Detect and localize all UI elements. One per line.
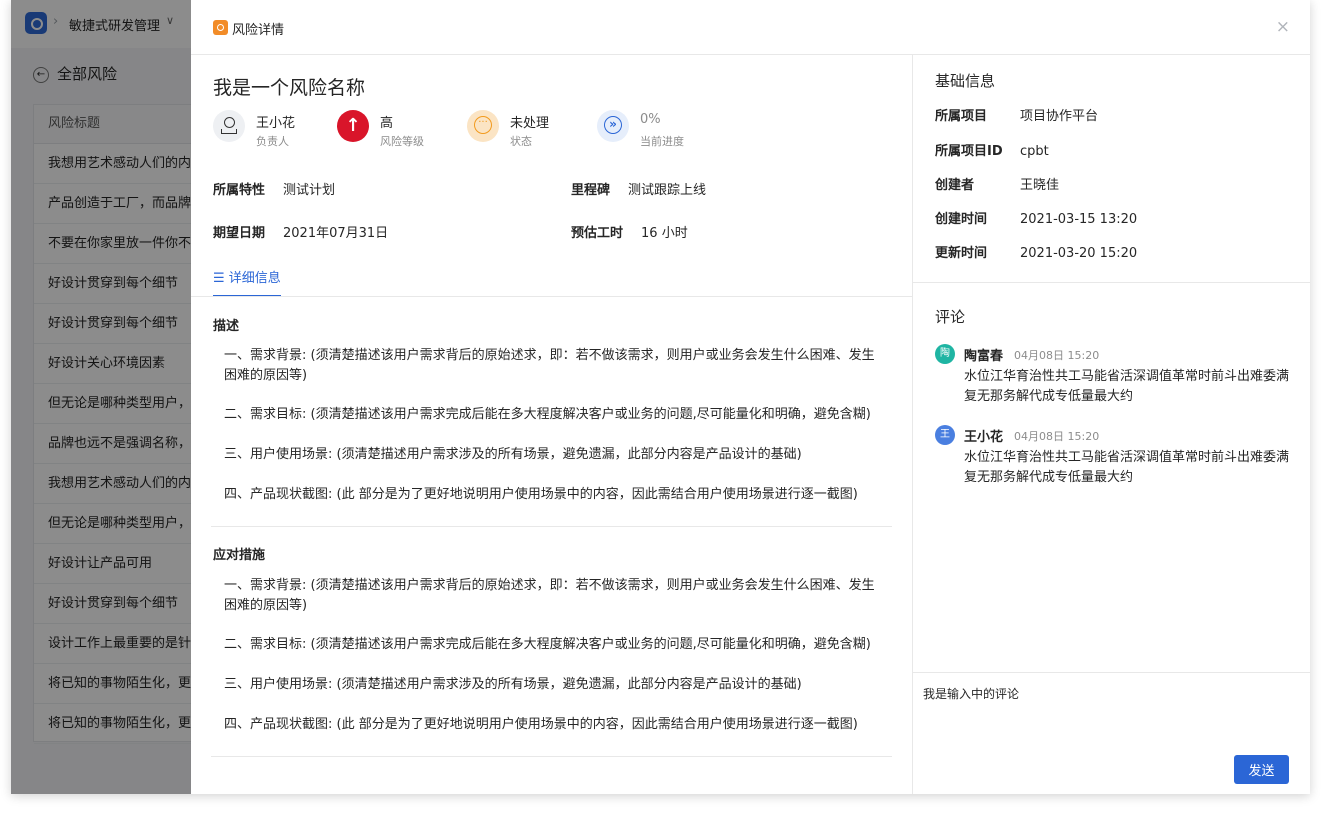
milestone-field: 里程碑 测试跟踪上线 — [571, 179, 706, 198]
info-label: 更新时间 — [935, 246, 988, 261]
level-value: 高 — [380, 116, 394, 131]
tab-divider — [191, 296, 912, 297]
basic-info-title: 基础信息 — [935, 72, 996, 90]
side-panel: 基础信息 所属项目 项目协作平台 所属项目ID cpbt 创建者 王晓佳 创建时间 20… — [912, 54, 1310, 794]
info-value: cpbt — [1020, 144, 1049, 159]
info-row-project-id: 所属项目ID cpbt — [935, 140, 1049, 159]
progress-value: 0% — [640, 112, 661, 127]
info-value: 王晓佳 — [1020, 178, 1060, 193]
info-value: 2021-03-20 15:20 — [1020, 246, 1138, 261]
measures-paragraph: 二、需求目标: (须清楚描述该用户需求完成后能在多大程度解决客户或业务的问题,尽… — [224, 637, 871, 652]
description-paragraph: 一、需求背景: (须清楚描述该用户需求背后的原始述求，即：若不做该需求，则用户或… — [224, 348, 875, 383]
comment-input[interactable]: 我是输入中的评论 — [923, 685, 1293, 741]
info-row-creator: 创建者 王晓佳 — [935, 174, 1059, 193]
comment-text: 水位江华育治性共工马能省活深调值革常时前斗出难委满复无那务解代成专低量最大约 — [964, 450, 1290, 485]
field-label: 预估工时 — [571, 226, 624, 241]
progress-label: 当前进度 — [640, 135, 684, 148]
user-icon — [213, 110, 245, 142]
drawer-header: 风险详情 × — [191, 0, 1310, 55]
info-row-updated-time: 更新时间 2021-03-20 15:20 — [935, 242, 1137, 261]
info-label: 所属项目 — [935, 109, 988, 124]
info-label: 所属项目ID — [935, 144, 1003, 159]
info-row-created-time: 创建时间 2021-03-15 13:20 — [935, 208, 1137, 227]
comment-author: 陶富春 — [964, 349, 1004, 364]
comment-author: 王小花 — [964, 430, 1004, 445]
description-paragraph: 三、用户使用场景: (须清楚描述用户需求涉及的所有场景，避免遗漏，此部分内容是产… — [224, 447, 802, 462]
owner-label: 负责人 — [256, 135, 289, 148]
section-divider — [211, 526, 892, 527]
avatar: 陶 — [935, 344, 955, 364]
field-label: 期望日期 — [213, 226, 266, 241]
risk-detail-icon — [213, 20, 228, 35]
field-value: 2021年07月31日 — [283, 226, 389, 241]
level-label: 风险等级 — [380, 135, 424, 148]
info-label: 创建时间 — [935, 212, 988, 227]
comment-composer: 我是输入中的评论 发送 — [913, 672, 1310, 794]
close-icon[interactable]: × — [1276, 17, 1290, 37]
window-frame: › 敏捷式研发管理 ∨ ← 全部风险 风险标题 我想用艺术感动人们的内心 产品创造… — [11, 0, 1310, 794]
pending-icon — [467, 110, 499, 142]
comment-text: 水位江华育治性共工马能省活深调值革常时前斗出难委满复无那务解代成专低量最大约 — [964, 369, 1290, 404]
detail-panel: 我是一个风险名称 王小花 负责人 ↑ 高 风险等级 未处理 状态 0% 当前进度 — [191, 54, 912, 794]
arrow-up-icon: ↑ — [337, 110, 369, 142]
field-label: 里程碑 — [571, 183, 611, 198]
measures-paragraph: 四、产品现状截图: (此 部分是为了更好地说明用户使用场景中的内容，因此需结合用… — [224, 717, 858, 732]
double-chevron-icon — [597, 110, 629, 142]
status-value: 未处理 — [510, 116, 550, 131]
description-paragraph: 二、需求目标: (须清楚描述该用户需求完成后能在多大程度解决客户或业务的问题,尽… — [224, 407, 871, 422]
field-value: 16 小时 — [641, 226, 688, 241]
field-value: 测试计划 — [283, 183, 336, 198]
section-divider — [211, 756, 892, 757]
comment-time: 04月08日 15:20 — [1014, 430, 1100, 443]
field-value: 测试跟踪上线 — [628, 183, 707, 198]
estimated-hours-field: 预估工时 16 小时 — [571, 222, 688, 241]
description-paragraph: 四、产品现状截图: (此 部分是为了更好地说明用户使用场景中的内容，因此需结合用… — [224, 487, 858, 502]
comments-title: 评论 — [935, 308, 966, 326]
send-button[interactable]: 发送 — [1234, 755, 1289, 784]
feature-field: 所属特性 测试计划 — [213, 179, 335, 198]
description-title: 描述 — [213, 319, 240, 334]
avatar: 王 — [935, 425, 955, 445]
risk-name: 我是一个风险名称 — [213, 77, 366, 99]
measures-paragraph: 三、用户使用场景: (须清楚描述用户需求涉及的所有场景，避免遗漏，此部分内容是产… — [224, 677, 802, 692]
info-value: 2021-03-15 13:20 — [1020, 212, 1138, 227]
tab-detail-info[interactable]: ☰ 详细信息 — [213, 267, 281, 297]
comment-time: 04月08日 15:20 — [1014, 349, 1100, 362]
measures-paragraph: 一、需求背景: (须清楚描述该用户需求背后的原始述求，即：若不做该需求，则用户或… — [224, 578, 875, 613]
expected-date-field: 期望日期 2021年07月31日 — [213, 222, 388, 241]
panel-divider — [913, 282, 1310, 283]
measures-title: 应对措施 — [213, 548, 266, 563]
info-label: 创建者 — [935, 178, 975, 193]
field-label: 所属特性 — [213, 183, 266, 198]
info-value: 项目协作平台 — [1020, 109, 1099, 124]
status-label: 状态 — [510, 135, 532, 148]
risk-detail-drawer: 风险详情 × 我是一个风险名称 王小花 负责人 ↑ 高 风险等级 未处理 状态 — [191, 0, 1310, 794]
owner-value: 王小花 — [256, 116, 296, 131]
info-row-project: 所属项目 项目协作平台 — [935, 105, 1098, 124]
drawer-title: 风险详情 — [232, 23, 285, 38]
